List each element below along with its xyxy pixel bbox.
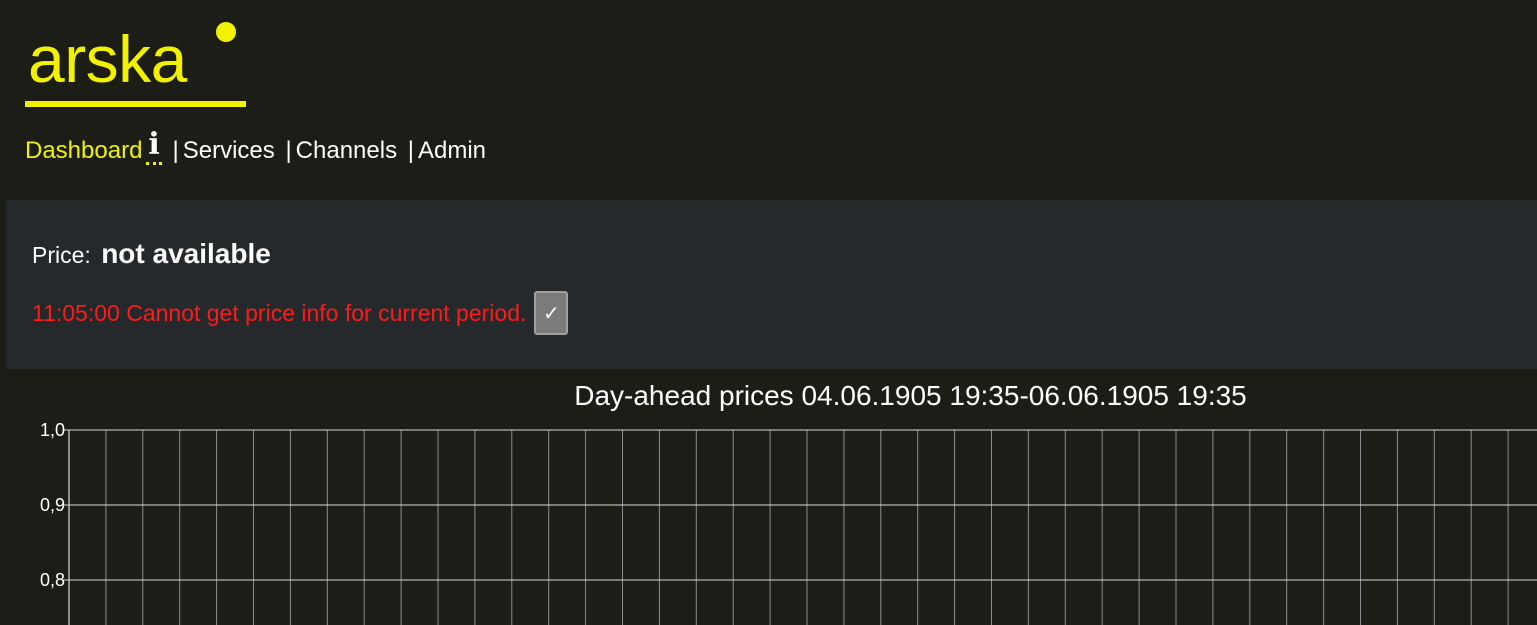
nav-separator: | [407,137,414,164]
y-tick-label: 1,0 [40,420,65,440]
price-row: Price: not available [32,238,271,270]
y-tick-label: 0,9 [40,495,65,515]
error-message: 11:05:00 Cannot get price info for curre… [32,299,527,326]
info-icon[interactable]: i [146,130,162,165]
brand-logo: arska [25,14,246,108]
main-nav: Dashboard i | Services | Channels | Admin [25,128,486,174]
price-label: Price: [32,242,91,268]
nav-item-services[interactable]: Services [183,137,275,164]
nav-separator: | [285,137,292,164]
check-icon: ✓ [543,302,560,325]
price-value: not available [101,238,271,269]
nav-item-admin[interactable]: Admin [418,137,486,164]
chart-title: Day-ahead prices 04.06.1905 19:35-06.06.… [574,380,1247,411]
status-panel: Price: not available 11:05:00 Cannot get… [6,200,1537,369]
acknowledge-button[interactable]: ✓ [534,291,569,335]
error-message-row: 11:05:00 Cannot get price info for curre… [32,291,569,335]
brand-dot [216,22,236,42]
price-chart: 1,0 0,9 0,8 [40,420,1537,625]
y-tick-label: 0,8 [40,570,65,590]
nav-item-channels[interactable]: Channels [296,137,397,164]
brand-underline [25,101,246,107]
nav-item-dashboard[interactable]: Dashboard [25,137,142,164]
brand-name: arska [28,22,187,96]
nav-separator: | [172,137,179,164]
